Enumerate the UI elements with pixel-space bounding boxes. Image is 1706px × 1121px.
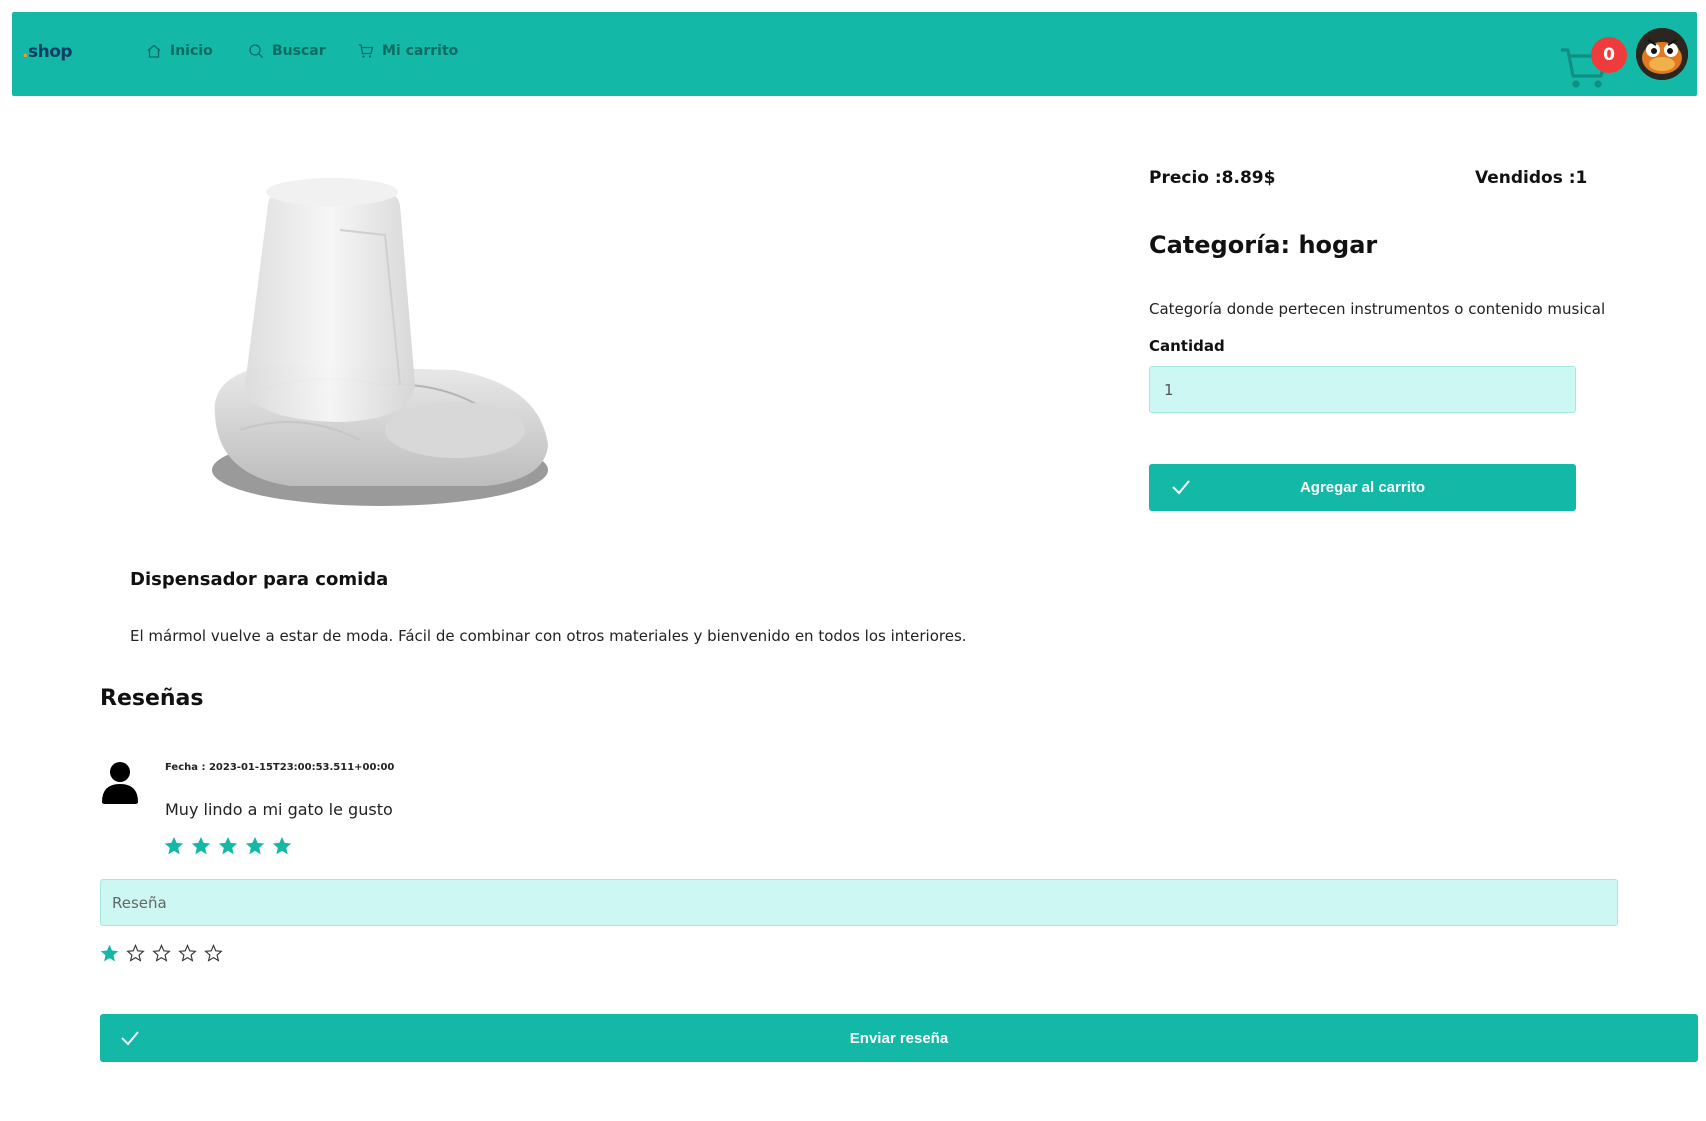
user-avatar[interactable]: [1636, 28, 1688, 80]
star-filled-icon: [245, 836, 265, 855]
check-icon: [121, 1031, 139, 1046]
reviews-heading: Reseñas: [100, 686, 204, 711]
rating-selector[interactable]: [99, 943, 224, 964]
home-icon: [147, 44, 161, 58]
star-outline-icon[interactable]: [203, 943, 224, 964]
product-sold-count: Vendidos :1: [1475, 168, 1588, 188]
cart-button[interactable]: 0: [1559, 32, 1627, 90]
nav-mi-carrito-link[interactable]: Mi carrito: [358, 43, 458, 59]
shop-logo[interactable]: .shop: [22, 42, 73, 62]
product-image: [212, 178, 548, 506]
search-icon: [249, 44, 263, 58]
star-filled-icon[interactable]: [99, 943, 120, 964]
star-filled-icon: [191, 836, 211, 855]
nav-inicio-link[interactable]: Inicio: [146, 43, 213, 59]
check-icon: [1172, 480, 1190, 495]
star-filled-icon: [218, 836, 238, 855]
star-outline-icon[interactable]: [151, 943, 172, 964]
star-filled-icon: [164, 836, 184, 855]
nav-buscar-link[interactable]: Buscar: [248, 43, 326, 59]
product-description: El mármol vuelve a estar de moda. Fácil …: [130, 627, 967, 645]
review-text: Muy lindo a mi gato le gusto: [165, 800, 393, 819]
review-date: Fecha : 2023-01-15T23:00:53.511+00:00: [165, 762, 395, 773]
user-icon: [102, 762, 138, 804]
cart-count-badge: 0: [1591, 37, 1627, 73]
top-navbar: .shop Inicio Buscar Mi carrito 0: [12, 12, 1697, 96]
star-outline-icon[interactable]: [125, 943, 146, 964]
product-name: Dispensador para comida: [130, 569, 389, 590]
cart-icon: [359, 44, 374, 58]
category-description: Categoría donde pertecen instrumentos o …: [1149, 300, 1606, 318]
star-filled-icon: [272, 836, 292, 855]
quantity-label: Cantidad: [1149, 337, 1225, 355]
review-input[interactable]: [100, 879, 1618, 926]
product-category: Categoría: hogar: [1149, 231, 1378, 259]
product-price: Precio :8.89$: [1149, 168, 1276, 188]
add-to-cart-button[interactable]: Agregar al carrito: [1149, 464, 1576, 511]
quantity-input[interactable]: [1149, 366, 1576, 413]
avatar-image: [1636, 28, 1688, 80]
send-review-button[interactable]: Enviar reseña: [100, 1014, 1698, 1062]
review-rating: [163, 835, 293, 857]
star-outline-icon[interactable]: [177, 943, 198, 964]
